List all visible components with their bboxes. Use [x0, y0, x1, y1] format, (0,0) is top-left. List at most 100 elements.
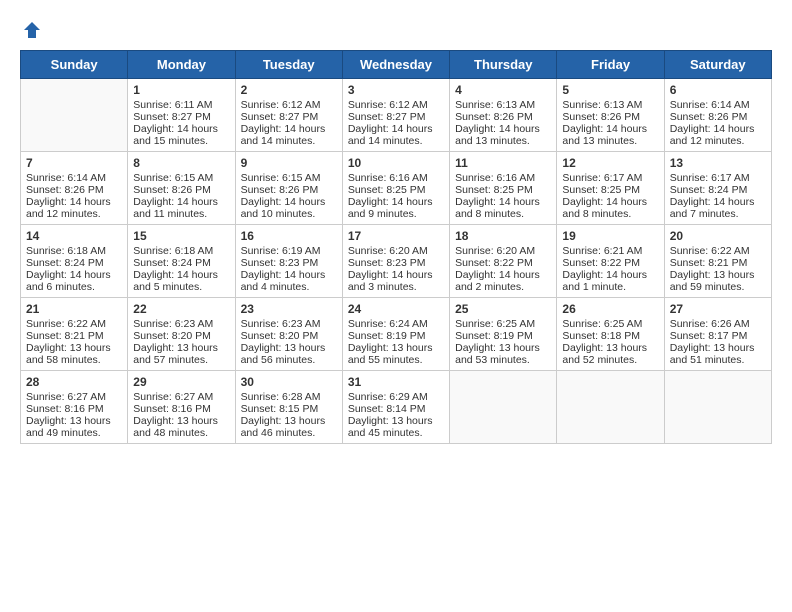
day-info: Daylight: 13 hours — [26, 415, 122, 427]
day-info: Daylight: 13 hours — [241, 342, 337, 354]
table-row: 22Sunrise: 6:23 AMSunset: 8:20 PMDayligh… — [128, 298, 235, 371]
day-info: Daylight: 14 hours — [562, 269, 658, 281]
day-info: Sunrise: 6:17 AM — [670, 172, 766, 184]
day-info: Daylight: 14 hours — [455, 269, 551, 281]
calendar-week-row: 1Sunrise: 6:11 AMSunset: 8:27 PMDaylight… — [21, 79, 772, 152]
day-info: Sunrise: 6:25 AM — [455, 318, 551, 330]
day-number: 4 — [455, 83, 551, 97]
day-info: and 9 minutes. — [348, 208, 444, 220]
day-info: Sunrise: 6:25 AM — [562, 318, 658, 330]
day-info: Sunrise: 6:18 AM — [133, 245, 229, 257]
day-info: Sunset: 8:24 PM — [26, 257, 122, 269]
table-row: 9Sunrise: 6:15 AMSunset: 8:26 PMDaylight… — [235, 152, 342, 225]
day-info: Sunrise: 6:20 AM — [455, 245, 551, 257]
day-info: Daylight: 13 hours — [348, 342, 444, 354]
calendar-week-row: 7Sunrise: 6:14 AMSunset: 8:26 PMDaylight… — [21, 152, 772, 225]
day-info: and 14 minutes. — [241, 135, 337, 147]
table-row: 26Sunrise: 6:25 AMSunset: 8:18 PMDayligh… — [557, 298, 664, 371]
day-info: and 10 minutes. — [241, 208, 337, 220]
table-row: 24Sunrise: 6:24 AMSunset: 8:19 PMDayligh… — [342, 298, 449, 371]
table-row: 4Sunrise: 6:13 AMSunset: 8:26 PMDaylight… — [450, 79, 557, 152]
table-row: 16Sunrise: 6:19 AMSunset: 8:23 PMDayligh… — [235, 225, 342, 298]
day-info: Sunrise: 6:19 AM — [241, 245, 337, 257]
day-number: 17 — [348, 229, 444, 243]
table-row: 11Sunrise: 6:16 AMSunset: 8:25 PMDayligh… — [450, 152, 557, 225]
calendar-header-wednesday: Wednesday — [342, 51, 449, 79]
table-row: 1Sunrise: 6:11 AMSunset: 8:27 PMDaylight… — [128, 79, 235, 152]
day-info: and 13 minutes. — [455, 135, 551, 147]
day-info: Daylight: 13 hours — [133, 415, 229, 427]
table-row: 17Sunrise: 6:20 AMSunset: 8:23 PMDayligh… — [342, 225, 449, 298]
day-number: 22 — [133, 302, 229, 316]
table-row: 25Sunrise: 6:25 AMSunset: 8:19 PMDayligh… — [450, 298, 557, 371]
day-number: 5 — [562, 83, 658, 97]
day-number: 1 — [133, 83, 229, 97]
day-info: Daylight: 13 hours — [670, 269, 766, 281]
calendar-header-thursday: Thursday — [450, 51, 557, 79]
table-row: 13Sunrise: 6:17 AMSunset: 8:24 PMDayligh… — [664, 152, 771, 225]
day-number: 12 — [562, 156, 658, 170]
day-info: Sunrise: 6:23 AM — [241, 318, 337, 330]
day-number: 31 — [348, 375, 444, 389]
table-row: 18Sunrise: 6:20 AMSunset: 8:22 PMDayligh… — [450, 225, 557, 298]
day-info: Sunset: 8:18 PM — [562, 330, 658, 342]
table-row: 31Sunrise: 6:29 AMSunset: 8:14 PMDayligh… — [342, 371, 449, 444]
day-info: Sunset: 8:26 PM — [562, 111, 658, 123]
day-number: 25 — [455, 302, 551, 316]
table-row — [21, 79, 128, 152]
day-number: 11 — [455, 156, 551, 170]
table-row: 29Sunrise: 6:27 AMSunset: 8:16 PMDayligh… — [128, 371, 235, 444]
day-info: and 57 minutes. — [133, 354, 229, 366]
calendar-header-saturday: Saturday — [664, 51, 771, 79]
day-info: and 8 minutes. — [455, 208, 551, 220]
day-info: Sunrise: 6:13 AM — [455, 99, 551, 111]
day-info: and 49 minutes. — [26, 427, 122, 439]
day-info: and 56 minutes. — [241, 354, 337, 366]
day-info: Daylight: 14 hours — [455, 123, 551, 135]
day-number: 7 — [26, 156, 122, 170]
day-info: Daylight: 14 hours — [241, 269, 337, 281]
table-row: 19Sunrise: 6:21 AMSunset: 8:22 PMDayligh… — [557, 225, 664, 298]
day-info: Daylight: 14 hours — [670, 196, 766, 208]
day-info: and 2 minutes. — [455, 281, 551, 293]
day-info: Sunset: 8:15 PM — [241, 403, 337, 415]
table-row: 12Sunrise: 6:17 AMSunset: 8:25 PMDayligh… — [557, 152, 664, 225]
day-info: Sunrise: 6:27 AM — [133, 391, 229, 403]
table-row: 21Sunrise: 6:22 AMSunset: 8:21 PMDayligh… — [21, 298, 128, 371]
day-info: Sunset: 8:21 PM — [26, 330, 122, 342]
day-number: 20 — [670, 229, 766, 243]
day-info: and 6 minutes. — [26, 281, 122, 293]
day-info: Sunset: 8:23 PM — [241, 257, 337, 269]
table-row: 8Sunrise: 6:15 AMSunset: 8:26 PMDaylight… — [128, 152, 235, 225]
day-info: Sunset: 8:27 PM — [348, 111, 444, 123]
day-info: and 53 minutes. — [455, 354, 551, 366]
day-info: Daylight: 14 hours — [562, 123, 658, 135]
day-info: Sunset: 8:26 PM — [133, 184, 229, 196]
calendar-header-sunday: Sunday — [21, 51, 128, 79]
day-info: Daylight: 14 hours — [348, 269, 444, 281]
day-info: and 52 minutes. — [562, 354, 658, 366]
logo-icon — [22, 20, 42, 40]
table-row: 20Sunrise: 6:22 AMSunset: 8:21 PMDayligh… — [664, 225, 771, 298]
day-info: Daylight: 14 hours — [26, 269, 122, 281]
table-row: 28Sunrise: 6:27 AMSunset: 8:16 PMDayligh… — [21, 371, 128, 444]
day-info: Daylight: 14 hours — [562, 196, 658, 208]
day-info: Sunset: 8:14 PM — [348, 403, 444, 415]
day-info: Sunset: 8:23 PM — [348, 257, 444, 269]
day-info: Daylight: 14 hours — [133, 269, 229, 281]
day-info: Daylight: 13 hours — [562, 342, 658, 354]
day-number: 2 — [241, 83, 337, 97]
day-info: Sunrise: 6:23 AM — [133, 318, 229, 330]
day-number: 30 — [241, 375, 337, 389]
day-info: Sunrise: 6:14 AM — [670, 99, 766, 111]
day-number: 8 — [133, 156, 229, 170]
day-info: Sunrise: 6:21 AM — [562, 245, 658, 257]
calendar-table: SundayMondayTuesdayWednesdayThursdayFrid… — [20, 50, 772, 444]
table-row: 2Sunrise: 6:12 AMSunset: 8:27 PMDaylight… — [235, 79, 342, 152]
table-row: 10Sunrise: 6:16 AMSunset: 8:25 PMDayligh… — [342, 152, 449, 225]
day-info: Sunset: 8:26 PM — [26, 184, 122, 196]
day-info: and 51 minutes. — [670, 354, 766, 366]
day-info: Sunset: 8:27 PM — [133, 111, 229, 123]
day-info: Sunrise: 6:26 AM — [670, 318, 766, 330]
day-info: Sunset: 8:21 PM — [670, 257, 766, 269]
